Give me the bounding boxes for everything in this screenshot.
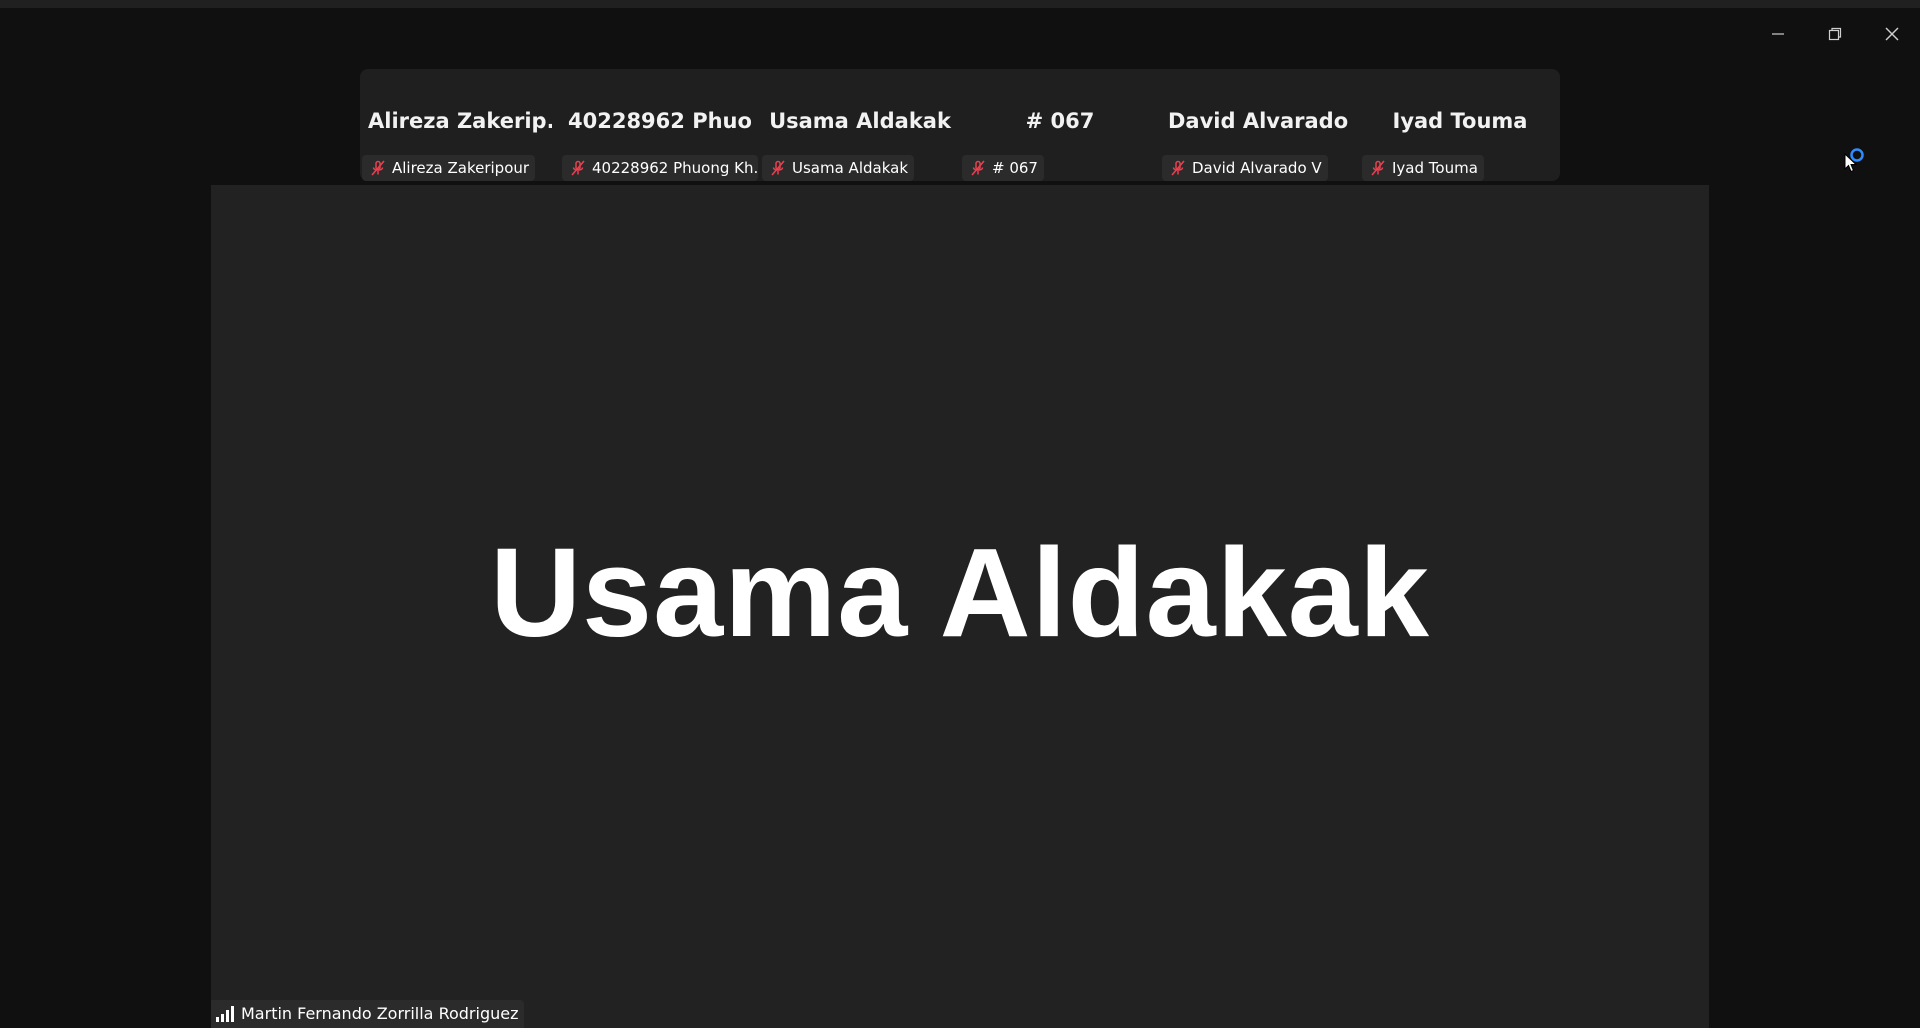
participant-label-text: Iyad Touma (1392, 159, 1478, 177)
muted-microphone-icon (1371, 160, 1385, 176)
close-icon (1885, 27, 1898, 41)
participant-label-text: Usama Aldakak (792, 159, 909, 177)
restore-icon (1828, 27, 1841, 41)
close-button[interactable] (1863, 8, 1920, 60)
participant-label-text: # 067 (992, 159, 1038, 177)
participant-display-name: David Alvarado V (1168, 109, 1352, 133)
participant-name-label: 40228962 Phuong Kh... (562, 155, 758, 181)
participant-tile[interactable]: Iyad Touma Iyad Touma (1360, 69, 1560, 181)
participant-tile[interactable]: Alireza Zakerip... Alireza Zakeripour (360, 69, 560, 181)
participant-name-label: Iyad Touma (1362, 155, 1484, 181)
muted-microphone-icon (771, 160, 785, 176)
muted-microphone-icon (971, 160, 985, 176)
participant-name-label: # 067 (962, 155, 1044, 181)
participant-name-label: Alireza Zakeripour (362, 155, 536, 181)
participant-display-name: Iyad Touma (1392, 109, 1528, 133)
participant-display-name: Usama Aldakak (769, 109, 951, 133)
participant-label-text: 40228962 Phuong Kh... (592, 159, 758, 177)
muted-microphone-icon (371, 160, 385, 176)
participant-tile[interactable]: Usama Aldakak Usama Aldakak (760, 69, 960, 181)
participant-label-text: Alireza Zakeripour (392, 159, 530, 177)
participant-display-name: # 067 (1025, 109, 1095, 133)
active-speaker-view[interactable]: Usama Aldakak Martin Fernando Zorrilla R… (211, 185, 1709, 1028)
top-border (0, 0, 1920, 8)
self-name-label: Martin Fernando Zorrilla Rodriguez (211, 1000, 525, 1028)
self-name-text: Martin Fernando Zorrilla Rodriguez (241, 1004, 519, 1023)
window-controls (1749, 8, 1920, 60)
participant-name-label: Usama Aldakak (762, 155, 915, 181)
participant-strip: Alireza Zakerip... Alireza Zakeripour 40… (360, 69, 1560, 181)
participant-display-name: Alireza Zakerip... (368, 109, 552, 133)
active-speaker-name: Usama Aldakak (490, 522, 1430, 663)
participant-name-label: David Alvarado V (1162, 155, 1328, 181)
signal-strength-icon (216, 1006, 234, 1022)
participant-tile[interactable]: 40228962 Phuo... 40228962 Phuong Kh... (560, 69, 760, 181)
muted-microphone-icon (1171, 160, 1185, 176)
minimize-button[interactable] (1749, 8, 1806, 60)
restore-button[interactable] (1806, 8, 1863, 60)
participant-display-name: 40228962 Phuo... (568, 109, 752, 133)
minimize-icon (1771, 33, 1784, 35)
muted-microphone-icon (571, 160, 585, 176)
mouse-cursor-icon (1844, 153, 1858, 173)
participant-tile[interactable]: # 067 # 067 (960, 69, 1160, 181)
participant-label-text: David Alvarado V (1192, 159, 1322, 177)
participant-tile[interactable]: David Alvarado V David Alvarado V (1160, 69, 1360, 181)
